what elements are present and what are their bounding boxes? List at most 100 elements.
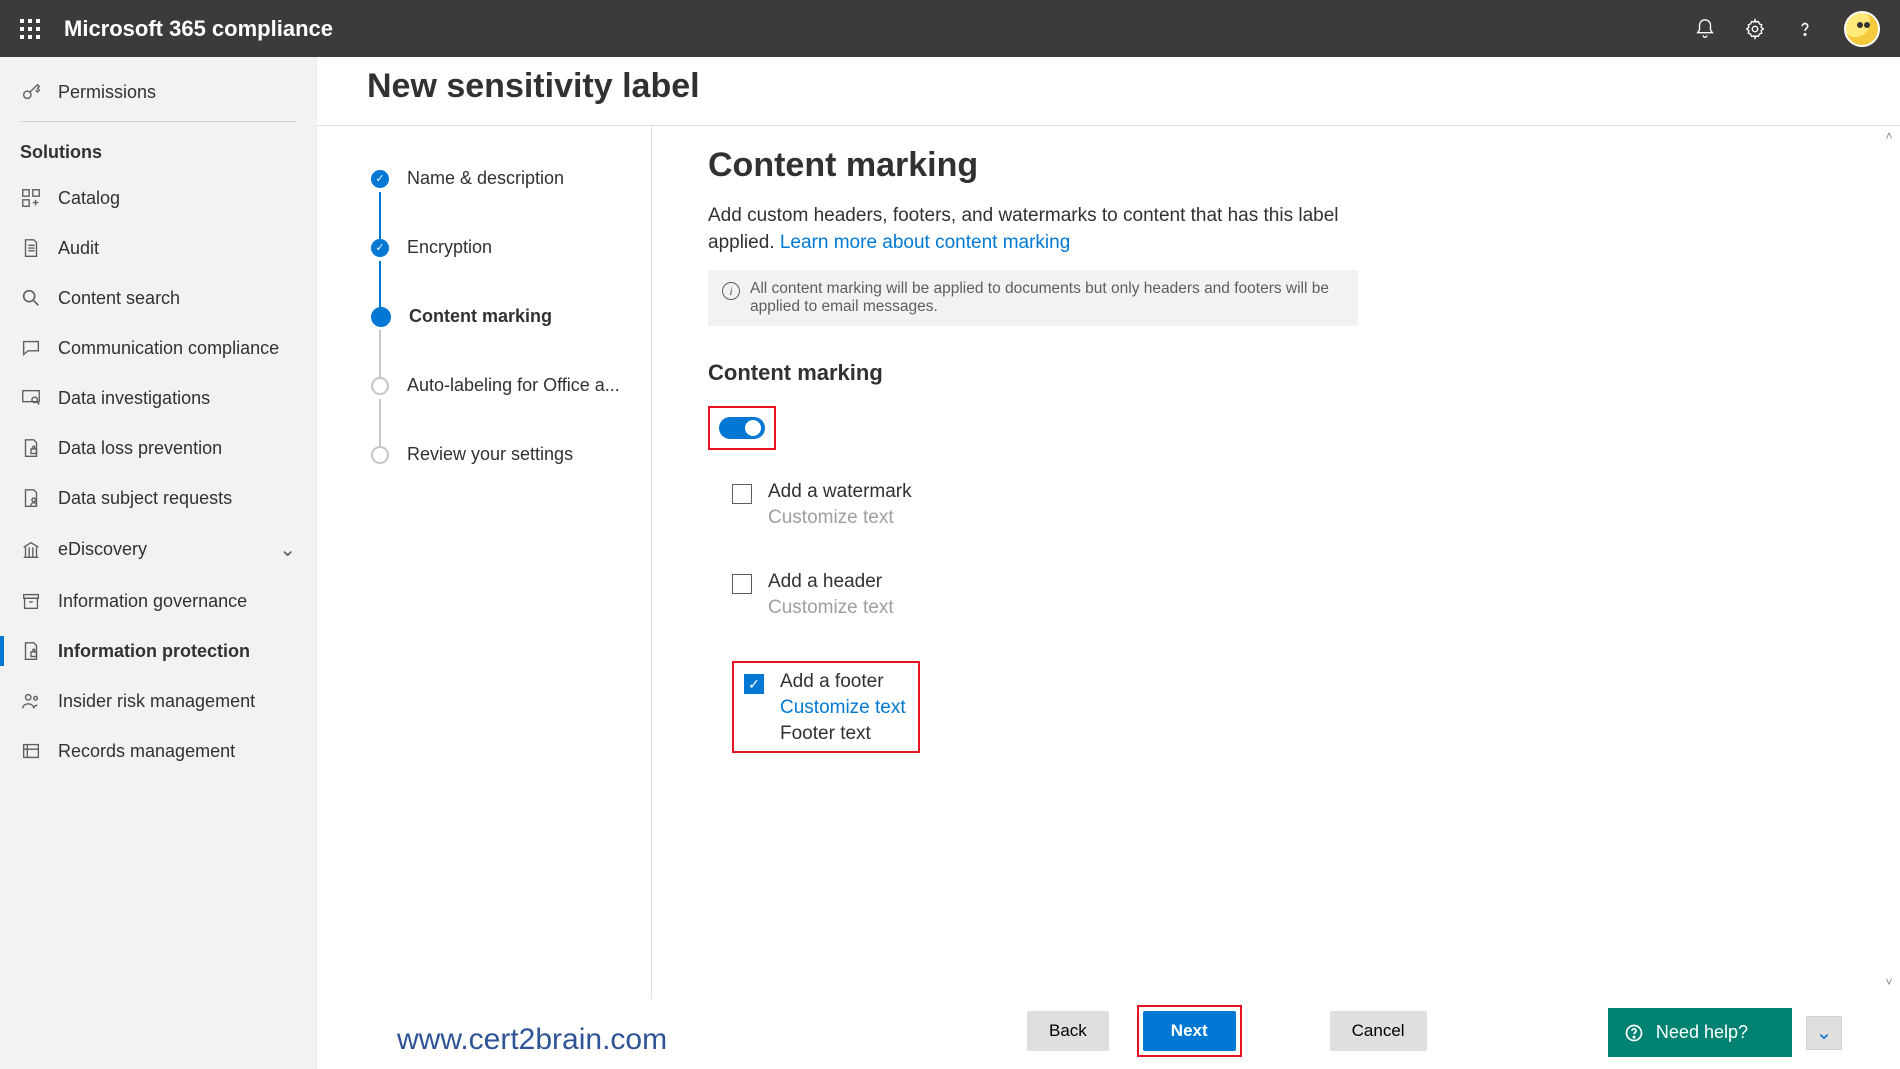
- sidebar-item-catalog[interactable]: Catalog: [0, 173, 316, 223]
- customize-text-link[interactable]: Customize text: [780, 697, 906, 719]
- step-name-description[interactable]: ✓ Name & description: [371, 168, 631, 189]
- toggle-knob: [745, 420, 761, 436]
- step-label: Name & description: [407, 168, 564, 189]
- marking-options: Add a watermark Customize text Add a hea…: [708, 481, 1852, 753]
- sidebar-heading-solutions: Solutions: [0, 126, 316, 173]
- need-help-chevron[interactable]: ⌄: [1806, 1016, 1842, 1050]
- pane-title: Content marking: [708, 146, 1852, 185]
- gear-icon[interactable]: [1744, 18, 1766, 40]
- brand-title: Microsoft 365 compliance: [64, 16, 333, 42]
- info-text: All content marking will be applied to d…: [750, 280, 1344, 316]
- step-content-marking[interactable]: Content marking: [371, 306, 631, 327]
- content-marking-toggle[interactable]: [719, 417, 765, 439]
- option-watermark: Add a watermark Customize text: [732, 481, 1852, 529]
- document-list-icon: [20, 237, 42, 259]
- need-help-region: Need help? ⌄: [1608, 1008, 1842, 1057]
- highlight-footer-option: ✓ Add a footer Customize text Footer tex…: [732, 661, 920, 753]
- step-encryption[interactable]: ✓ Encryption: [371, 237, 631, 258]
- sidebar-item-label: Information protection: [58, 641, 250, 662]
- sidebar-item-audit[interactable]: Audit: [0, 223, 316, 273]
- top-bar-right: [1694, 11, 1880, 47]
- checkbox-header[interactable]: [732, 574, 752, 594]
- monitor-search-icon: [20, 387, 42, 409]
- step-current-icon: [371, 307, 391, 327]
- sidebar-item-content-search[interactable]: Content search: [0, 273, 316, 323]
- need-help-button[interactable]: Need help?: [1608, 1008, 1792, 1057]
- learn-more-link[interactable]: Learn more about content marking: [780, 232, 1070, 253]
- checkbox-footer[interactable]: ✓: [744, 674, 764, 694]
- document-shield-icon: [20, 640, 42, 662]
- main-shell: Permissions Solutions Catalog Audit Cont…: [0, 57, 1900, 1069]
- info-callout: i All content marking will be applied to…: [708, 270, 1358, 326]
- step-review[interactable]: Review your settings: [371, 444, 631, 465]
- highlight-toggle: [708, 406, 776, 450]
- step-check-icon: ✓: [371, 170, 389, 188]
- wizard-stepper: ✓ Name & description ✓ Encryption Conten…: [317, 125, 652, 999]
- pane-description: Add custom headers, footers, and waterma…: [708, 203, 1358, 256]
- sidebar-item-label: Data loss prevention: [58, 438, 222, 459]
- checkbox-watermark[interactable]: [732, 484, 752, 504]
- records-icon: [20, 740, 42, 762]
- scroll-up-icon[interactable]: ˄: [1882, 129, 1896, 143]
- sidebar-item-information-protection[interactable]: Information protection: [0, 626, 316, 676]
- sidebar-item-data-subject-requests[interactable]: Data subject requests: [0, 473, 316, 523]
- top-bar: Microsoft 365 compliance: [0, 0, 1900, 57]
- section-subtitle: Content marking: [708, 360, 1852, 386]
- avatar[interactable]: [1844, 11, 1880, 47]
- sidebar-item-permissions[interactable]: Permissions: [0, 67, 316, 117]
- content-area: ✓ Name & description ✓ Encryption Conten…: [317, 57, 1900, 1069]
- main: New sensitivity label ✓ Name & descripti…: [317, 57, 1900, 1069]
- building-icon: [20, 539, 42, 561]
- page-title: New sensitivity label: [367, 67, 700, 106]
- sidebar-item-data-investigations[interactable]: Data investigations: [0, 373, 316, 423]
- option-label: Add a footer: [780, 671, 906, 693]
- sidebar-item-data-loss-prevention[interactable]: Data loss prevention: [0, 423, 316, 473]
- option-header: Add a header Customize text: [732, 571, 1852, 619]
- sidebar-item-label: Data subject requests: [58, 488, 232, 509]
- cancel-button[interactable]: Cancel: [1330, 1011, 1427, 1051]
- highlight-next-button: Next: [1137, 1005, 1242, 1057]
- content-pane: Content marking Add custom headers, foot…: [652, 125, 1900, 999]
- sidebar-item-label: Data investigations: [58, 388, 210, 409]
- step-label: Review your settings: [407, 444, 573, 465]
- step-auto-labeling[interactable]: Auto-labeling for Office a...: [371, 375, 631, 396]
- back-button[interactable]: Back: [1027, 1011, 1109, 1051]
- step-circle-icon: [371, 446, 389, 464]
- customize-text-disabled: Customize text: [768, 507, 912, 529]
- sidebar-item-label: Content search: [58, 288, 180, 309]
- document-person-icon: [20, 487, 42, 509]
- step-label: Auto-labeling for Office a...: [407, 375, 620, 396]
- step-circle-icon: [371, 377, 389, 395]
- sidebar-item-ediscovery[interactable]: eDiscovery ⌄: [0, 523, 316, 576]
- sidebar-item-records-management[interactable]: Records management: [0, 726, 316, 776]
- document-lock-icon: [20, 437, 42, 459]
- next-button[interactable]: Next: [1143, 1011, 1236, 1051]
- sidebar-item-label: Information governance: [58, 591, 247, 612]
- option-label: Add a header: [768, 571, 894, 593]
- search-icon: [20, 287, 42, 309]
- notification-icon[interactable]: [1694, 18, 1716, 40]
- sidebar-item-label: eDiscovery: [58, 539, 147, 560]
- step-check-icon: ✓: [371, 239, 389, 257]
- key-icon: [20, 81, 42, 103]
- step-label: Content marking: [409, 306, 552, 327]
- scroll-down-icon[interactable]: ˅: [1882, 975, 1896, 989]
- option-texts: Add a footer Customize text Footer text: [780, 671, 906, 745]
- sidebar-item-label: Catalog: [58, 188, 120, 209]
- app-launcher-icon[interactable]: [20, 19, 40, 39]
- top-bar-left: Microsoft 365 compliance: [20, 16, 333, 42]
- chat-icon: [20, 337, 42, 359]
- people-icon: [20, 690, 42, 712]
- sidebar: Permissions Solutions Catalog Audit Cont…: [0, 57, 317, 1069]
- step-label: Encryption: [407, 237, 492, 258]
- help-circle-icon: [1624, 1023, 1644, 1043]
- help-icon[interactable]: [1794, 18, 1816, 40]
- sidebar-item-communication-compliance[interactable]: Communication compliance: [0, 323, 316, 373]
- archive-icon: [20, 590, 42, 612]
- grid-plus-icon: [20, 187, 42, 209]
- sidebar-item-insider-risk-management[interactable]: Insider risk management: [0, 676, 316, 726]
- sidebar-separator: [20, 121, 296, 122]
- option-footer: ✓ Add a footer Customize text Footer tex…: [744, 671, 906, 745]
- sidebar-item-information-governance[interactable]: Information governance: [0, 576, 316, 626]
- wizard-buttons: Back Next Cancel: [1027, 1005, 1427, 1057]
